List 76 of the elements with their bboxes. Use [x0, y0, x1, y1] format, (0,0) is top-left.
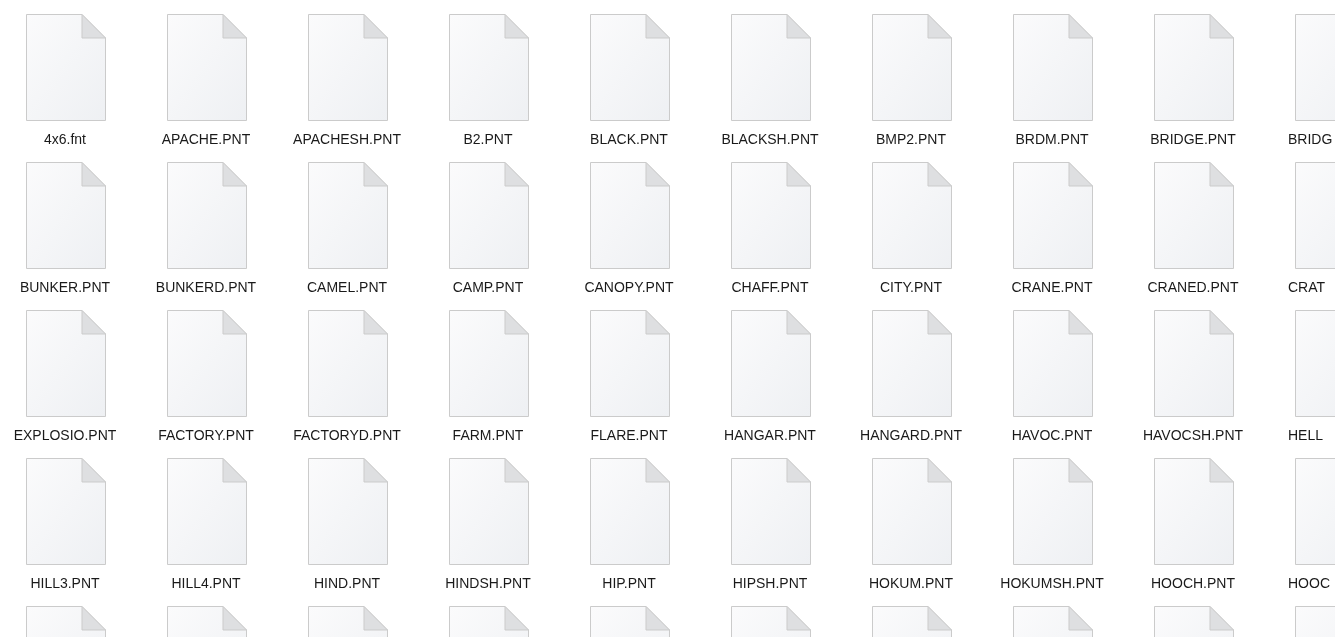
file-icon: [26, 14, 106, 121]
file-icon: [167, 458, 247, 565]
file-name[interactable]: FLARE.PNT: [590, 427, 668, 443]
file-icon: [26, 162, 106, 269]
file-name[interactable]: HOKUMSH.PNT: [1000, 575, 1104, 591]
file-name[interactable]: CAMEL.PNT: [306, 279, 388, 295]
file-icon: [1154, 310, 1234, 417]
file-name[interactable]: B2.PNT: [463, 131, 513, 147]
file-icon: [167, 14, 247, 121]
file-icon: [731, 310, 811, 417]
file-icon: [449, 14, 529, 121]
file-name[interactable]: BRDM.PNT: [1015, 131, 1089, 147]
file-name[interactable]: EXPLOSIO.PNT: [13, 427, 117, 443]
file-icon: [872, 310, 952, 417]
file-icon: [1154, 14, 1234, 121]
file-name[interactable]: HIND.PNT: [313, 575, 381, 591]
file-icon: [731, 162, 811, 269]
file-icon: [590, 458, 670, 565]
file-name[interactable]: HIP.PNT: [602, 575, 656, 591]
file-icon: [1154, 458, 1234, 565]
file-name[interactable]: CHAFF.PNT: [731, 279, 809, 295]
file-name[interactable]: 4x6.fnt: [44, 131, 86, 147]
file-name[interactable]: HAVOCSH.PNT: [1142, 427, 1244, 443]
file-name[interactable]: CANOPY.PNT: [584, 279, 674, 295]
file-name[interactable]: CRANE.PNT: [1011, 279, 1093, 295]
file-name[interactable]: HILL4.PNT: [171, 575, 241, 591]
file-icon: [167, 310, 247, 417]
file-icon: [308, 458, 388, 565]
file-name[interactable]: BLACKSH.PNT: [721, 131, 819, 147]
file-name[interactable]: HINDSH.PNT: [445, 575, 531, 591]
file-name[interactable]: HOKUM.PNT: [869, 575, 953, 591]
file-icon: [449, 458, 529, 565]
file-icon: [449, 310, 529, 417]
file-icon: [872, 458, 952, 565]
file-icon: [731, 14, 811, 121]
file-icon: [1013, 458, 1093, 565]
file-icon: [590, 310, 670, 417]
file-name[interactable]: CRAT: [1288, 279, 1326, 295]
file-icon: [167, 162, 247, 269]
file-name[interactable]: HOOCH.PNT: [1151, 575, 1235, 591]
file-icon: [308, 310, 388, 417]
file-icon: [26, 310, 106, 417]
file-name[interactable]: BUNKERD.PNT: [155, 279, 257, 295]
file-name[interactable]: HAVOC.PNT: [1011, 427, 1093, 443]
file-icon: [26, 458, 106, 565]
file-name[interactable]: HANGAR.PNT: [724, 427, 816, 443]
file-name[interactable]: FACTORYD.PNT: [293, 427, 401, 443]
file-name[interactable]: BRIDGE.PNT: [1150, 131, 1236, 147]
file-icon: [731, 458, 811, 565]
file-name[interactable]: CRANED.PNT: [1147, 279, 1239, 295]
file-icon: [1013, 162, 1093, 269]
file-name[interactable]: BMP2.PNT: [876, 131, 946, 147]
file-name[interactable]: CITY.PNT: [880, 279, 942, 295]
file-name[interactable]: HANGARD.PNT: [860, 427, 962, 443]
file-name[interactable]: HOOC: [1288, 575, 1330, 591]
file-icon: [449, 162, 529, 269]
file-name[interactable]: FARM.PNT: [452, 427, 524, 443]
file-icon: [1013, 14, 1093, 121]
file-icon: [1154, 162, 1234, 269]
file-name[interactable]: APACHE.PNT: [161, 131, 251, 147]
file-name[interactable]: FACTORY.PNT: [158, 427, 254, 443]
file-icon: [590, 14, 670, 121]
file-name[interactable]: HILL3.PNT: [30, 575, 100, 591]
file-name[interactable]: BLACK.PNT: [590, 131, 668, 147]
file-name[interactable]: BRIDG: [1288, 131, 1333, 147]
file-name[interactable]: BUNKER.PNT: [19, 279, 111, 295]
file-icon: [308, 14, 388, 121]
file-icon: [1013, 310, 1093, 417]
file-name[interactable]: HIPSH.PNT: [732, 575, 808, 591]
file-name[interactable]: APACHESH.PNT: [293, 131, 401, 147]
file-icon: [308, 162, 388, 269]
file-name[interactable]: CAMP.PNT: [452, 279, 524, 295]
file-icon: [872, 162, 952, 269]
file-icon: [590, 162, 670, 269]
file-name[interactable]: HELL: [1288, 427, 1324, 443]
file-icon: [872, 14, 952, 121]
